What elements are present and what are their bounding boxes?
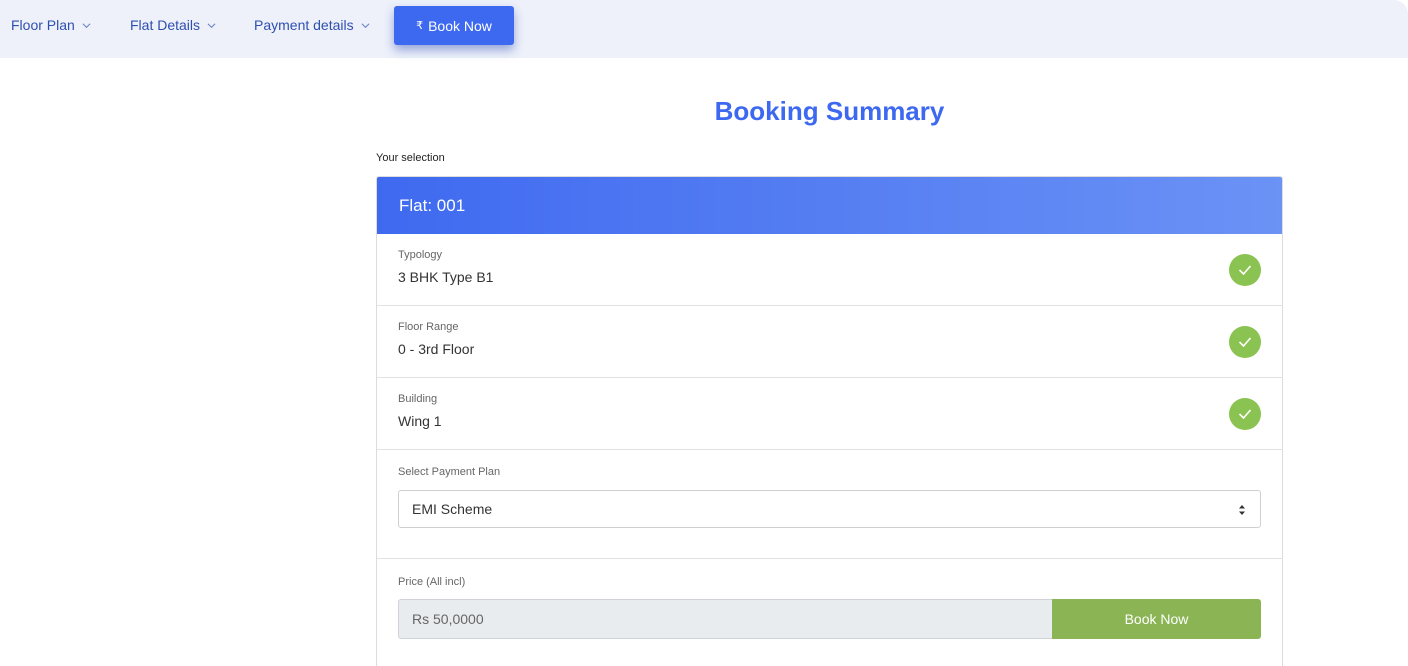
chevron-down-icon: [207, 22, 216, 28]
typology-row: Typology 3 BHK Type B1: [377, 234, 1282, 306]
booking-summary-card: Flat: 001 Typology 3 BHK Type B1 Floor R…: [376, 176, 1283, 666]
check-icon: [1229, 398, 1261, 430]
nav-flat-details-label: Flat Details: [130, 17, 201, 33]
floor-range-label: Floor Range: [398, 321, 459, 333]
price-label: Price (All incl): [398, 576, 466, 588]
page-title: Booking Summary: [714, 96, 945, 126]
card-header: Flat: 001: [377, 177, 1282, 234]
sort-caret-icon: [1239, 505, 1245, 515]
nav-flat-details[interactable]: Flat Details: [130, 17, 216, 33]
check-icon: [1229, 254, 1261, 286]
rupee-icon: ₹: [416, 20, 424, 32]
nav-floor-plan[interactable]: Floor Plan: [11, 17, 91, 33]
building-label: Building: [398, 393, 438, 405]
nav-floor-plan-label: Floor Plan: [11, 17, 75, 33]
selection-label: Your selection: [376, 152, 445, 164]
payment-plan-section: Select Payment Plan EMI Scheme: [377, 450, 1282, 559]
floor-range-value: 0 - 3rd Floor: [398, 341, 475, 357]
book-now-nav-button[interactable]: ₹ Book Now: [394, 6, 514, 45]
book-now-button[interactable]: Book Now: [1052, 599, 1261, 639]
payment-plan-select[interactable]: EMI Scheme: [398, 490, 1261, 528]
floor-range-row: Floor Range 0 - 3rd Floor: [377, 306, 1282, 378]
price-section: Price (All incl) Rs 50,0000 Book Now: [377, 559, 1282, 666]
book-now-nav-label: Book Now: [428, 17, 492, 34]
building-value: Wing 1: [398, 413, 442, 429]
price-field: Rs 50,0000: [398, 599, 1053, 639]
chevron-down-icon: [361, 22, 370, 28]
nav-payment-details-label: Payment details: [254, 17, 354, 33]
building-row: Building Wing 1: [377, 378, 1282, 450]
payment-plan-selected: EMI Scheme: [412, 501, 493, 517]
top-nav: Floor Plan Flat Details Payment details …: [0, 0, 1408, 58]
typology-value: 3 BHK Type B1: [398, 269, 494, 285]
payment-plan-label: Select Payment Plan: [398, 466, 501, 478]
nav-payment-details[interactable]: Payment details: [254, 17, 370, 33]
typology-label: Typology: [398, 249, 443, 261]
check-icon: [1229, 326, 1261, 358]
chevron-down-icon: [82, 22, 91, 28]
